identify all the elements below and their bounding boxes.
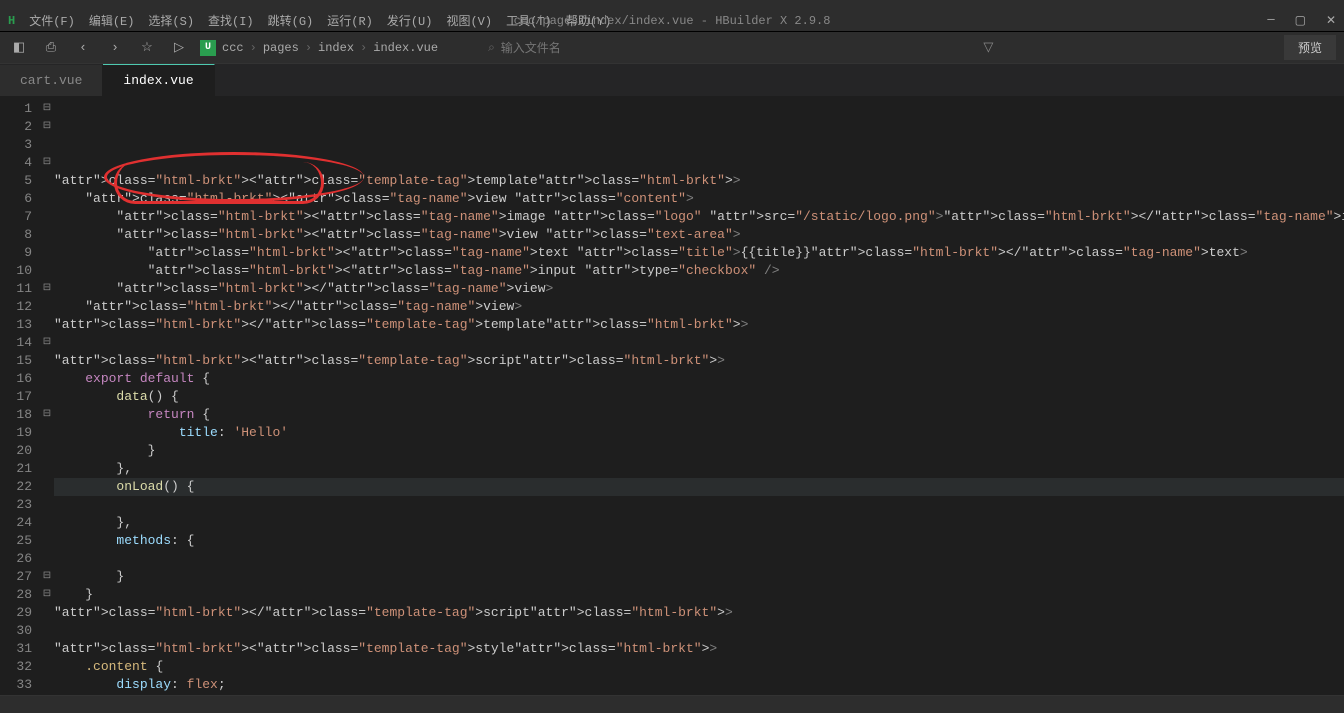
titlebar: [0, 0, 1344, 10]
search-icon: ⌕: [488, 41, 495, 55]
preview-button[interactable]: 预览: [1284, 35, 1336, 60]
breadcrumb: U ccc › pages › index › index.vue: [200, 40, 438, 56]
line-gutter: 1234567891011121314151617181920212223242…: [0, 96, 40, 695]
menu-file[interactable]: 文件(F): [29, 12, 75, 29]
editor-area: cart.vue index.vue 123456789101112131415…: [0, 64, 1344, 695]
menu-edit[interactable]: 编辑(E): [89, 12, 135, 29]
project-icon: U: [200, 40, 216, 56]
menu-select[interactable]: 选择(S): [148, 12, 194, 29]
minimize-icon[interactable]: ─: [1267, 13, 1274, 28]
menubar: H 文件(F) 编辑(E) 选择(S) 查找(I) 跳转(G) 运行(R) 发行…: [0, 10, 1344, 32]
breadcrumb-item[interactable]: ccc: [222, 41, 244, 55]
panel-left-icon[interactable]: ◧: [8, 37, 30, 59]
tab-index[interactable]: index.vue: [103, 64, 214, 96]
save-icon[interactable]: ⎙: [40, 37, 62, 59]
toolbar: ◧ ⎙ ‹ › ☆ ▷ U ccc › pages › index › inde…: [0, 32, 1344, 64]
menu-goto[interactable]: 跳转(G): [268, 12, 314, 29]
app-logo-icon: H: [8, 14, 15, 28]
search-input[interactable]: [501, 41, 701, 55]
tab-cart[interactable]: cart.vue: [0, 65, 103, 96]
breadcrumb-item[interactable]: index.vue: [373, 41, 438, 55]
nav-forward-icon[interactable]: ›: [104, 37, 126, 59]
menu-publish[interactable]: 发行(U): [387, 12, 433, 29]
breadcrumb-item[interactable]: pages: [263, 41, 299, 55]
filter-icon[interactable]: ▽: [983, 40, 993, 55]
code-content[interactable]: "attr">class="html-brkt"><"attr">class="…: [54, 96, 1344, 695]
fold-gutter[interactable]: ⊟⊟⊟⊟⊟⊟⊟⊟: [40, 96, 54, 695]
menu-find[interactable]: 查找(I): [208, 12, 254, 29]
menu-run[interactable]: 运行(R): [327, 12, 373, 29]
statusbar: [0, 695, 1344, 713]
file-search[interactable]: ⌕: [488, 41, 701, 55]
close-icon[interactable]: ✕: [1326, 13, 1336, 28]
window-title: ccc/pages/index/index.vue - HBuilder X 2…: [514, 14, 831, 28]
run-icon[interactable]: ▷: [168, 37, 190, 59]
star-icon[interactable]: ☆: [136, 37, 158, 59]
maximize-icon[interactable]: ▢: [1295, 13, 1306, 28]
breadcrumb-item[interactable]: index: [318, 41, 354, 55]
code-editor[interactable]: 1234567891011121314151617181920212223242…: [0, 96, 1344, 695]
nav-back-icon[interactable]: ‹: [72, 37, 94, 59]
menu-view[interactable]: 视图(V): [446, 12, 492, 29]
editor-tabs: cart.vue index.vue: [0, 64, 1344, 96]
